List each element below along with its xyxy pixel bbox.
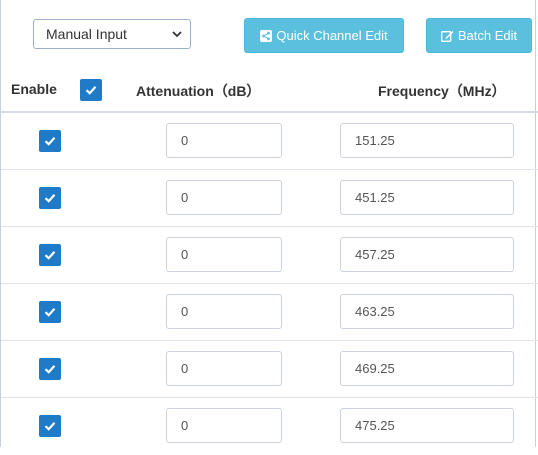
- table-row: 0 451.25: [1, 170, 538, 227]
- channel-table-panel: Manual Input Quick Channel Edit Batch Ed…: [0, 0, 538, 447]
- row-enable-checkbox[interactable]: [39, 358, 61, 380]
- attenuation-input[interactable]: 0: [166, 351, 282, 386]
- checkmark-icon: [44, 365, 56, 374]
- input-mode-select[interactable]: Manual Input: [33, 19, 191, 49]
- table-row: 0 151.25: [1, 113, 538, 170]
- attenuation-input[interactable]: 0: [166, 237, 282, 272]
- attenuation-input[interactable]: 0: [166, 180, 282, 215]
- share-icon: [260, 29, 273, 42]
- toolbar: Manual Input Quick Channel Edit Batch Ed…: [1, 0, 538, 66]
- table-row: 0 475.25: [1, 398, 538, 455]
- checkmark-icon: [44, 308, 56, 317]
- checkmark-icon: [44, 422, 56, 431]
- batch-edit-label: Batch Edit: [457, 28, 518, 43]
- table-row: 0 463.25: [1, 284, 538, 341]
- edit-icon: [440, 30, 454, 42]
- checkmark-icon: [44, 137, 56, 146]
- row-enable-checkbox[interactable]: [39, 244, 61, 266]
- row-enable-checkbox[interactable]: [39, 415, 61, 437]
- frequency-input[interactable]: 475.25: [340, 408, 514, 443]
- row-enable-checkbox[interactable]: [39, 187, 61, 209]
- table-row: 0 469.25: [1, 341, 538, 398]
- chevron-down-icon: [172, 31, 182, 38]
- checkmark-icon: [44, 194, 56, 203]
- quick-channel-edit-label: Quick Channel Edit: [276, 28, 388, 43]
- checkmark-icon: [85, 86, 97, 95]
- batch-edit-button[interactable]: Batch Edit: [426, 18, 532, 53]
- attenuation-input[interactable]: 0: [166, 408, 282, 443]
- row-enable-checkbox[interactable]: [39, 130, 61, 152]
- header-enable: Enable: [11, 81, 57, 97]
- attenuation-input[interactable]: 0: [166, 123, 282, 158]
- frequency-input[interactable]: 457.25: [340, 237, 514, 272]
- header-frequency: Frequency（MHz）: [378, 83, 506, 99]
- quick-channel-edit-button[interactable]: Quick Channel Edit: [244, 18, 404, 53]
- checkmark-icon: [44, 251, 56, 260]
- frequency-input[interactable]: 151.25: [340, 123, 514, 158]
- attenuation-input[interactable]: 0: [166, 294, 282, 329]
- frequency-input[interactable]: 469.25: [340, 351, 514, 386]
- enable-all-checkbox[interactable]: [80, 79, 102, 101]
- table-row: 0 457.25: [1, 227, 538, 284]
- frequency-input[interactable]: 451.25: [340, 180, 514, 215]
- frequency-input[interactable]: 463.25: [340, 294, 514, 329]
- input-mode-value: Manual Input: [46, 26, 127, 42]
- header-attenuation: Attenuation（dB）: [136, 83, 261, 99]
- row-enable-checkbox[interactable]: [39, 301, 61, 323]
- table-header: Enable Attenuation（dB） Frequency（MHz）: [1, 66, 538, 113]
